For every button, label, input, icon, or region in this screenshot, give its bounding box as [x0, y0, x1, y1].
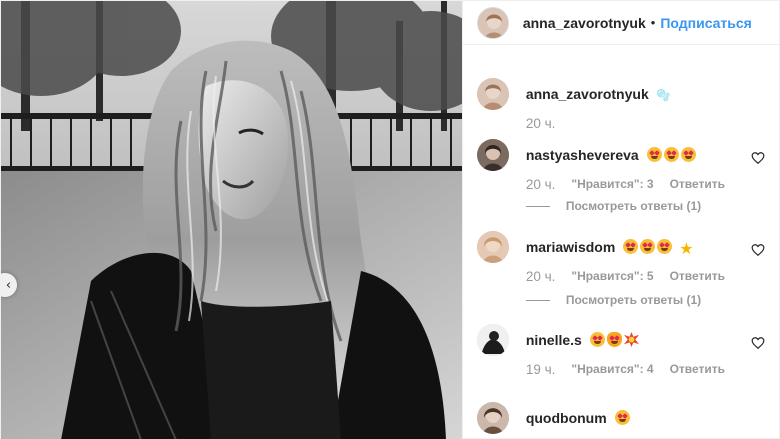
- comment-likes[interactable]: "Нравится": 5: [571, 269, 653, 284]
- comments-list[interactable]: anna_zavorotnyuk 🫧 20 ч. nastyashevereva: [463, 45, 779, 439]
- replies-divider: [525, 299, 550, 301]
- caption-text: 🫧: [656, 90, 671, 102]
- comment-likes[interactable]: "Нравится": 4: [571, 362, 653, 377]
- author-avatar[interactable]: [476, 6, 509, 39]
- post-photo[interactable]: ‹: [1, 1, 462, 439]
- view-replies-button[interactable]: Посмотреть ответы (1): [525, 199, 701, 213]
- commenter-avatar[interactable]: [476, 139, 509, 171]
- reply-button[interactable]: Ответить: [670, 177, 725, 192]
- comment-text: [589, 332, 641, 348]
- replies-divider: [525, 205, 550, 207]
- comment-body: mariawisdom ★: [526, 239, 739, 258]
- caption-body: anna_zavorotnyuk 🫧: [526, 86, 739, 102]
- comment-meta: 20 ч. "Нравится": 3 Ответить: [526, 177, 725, 192]
- heart-icon[interactable]: [751, 151, 765, 165]
- separator-dot: •: [650, 15, 656, 30]
- comment-time[interactable]: 19 ч.: [526, 362, 556, 377]
- comment-meta: 19 ч. "Нравится": 4 Ответить: [526, 362, 725, 377]
- caption-avatar[interactable]: [476, 78, 509, 110]
- reply-button[interactable]: Ответить: [670, 362, 725, 377]
- comment-username[interactable]: mariawisdom: [526, 239, 615, 255]
- caption-meta: 20 ч.: [526, 116, 556, 131]
- comment-time[interactable]: 20 ч.: [526, 269, 556, 284]
- view-replies-label[interactable]: Посмотреть ответы (1): [566, 293, 701, 307]
- heart-icon[interactable]: [751, 243, 765, 257]
- comment-body: quodbonum: [526, 410, 739, 426]
- follow-button[interactable]: Подписаться: [660, 15, 752, 31]
- post-panel: anna_zavorotnyuk • Подписаться anna_zavo…: [461, 1, 779, 439]
- author-username[interactable]: anna_zavorotnyuk: [523, 15, 646, 31]
- comment-body: ninelle.s: [526, 332, 739, 348]
- caption-time[interactable]: 20 ч.: [526, 116, 556, 131]
- collision-emoji: [623, 332, 639, 347]
- view-replies-button[interactable]: Посмотреть ответы (1): [525, 293, 701, 307]
- comment-username[interactable]: quodbonum: [526, 410, 607, 426]
- comment-time[interactable]: 20 ч.: [526, 177, 556, 192]
- comment-username[interactable]: nastyashevereva: [526, 147, 639, 163]
- photo-image: [1, 1, 462, 439]
- commenter-avatar[interactable]: [476, 324, 509, 356]
- comment-username[interactable]: ninelle.s: [526, 332, 582, 348]
- commenter-avatar[interactable]: [476, 231, 509, 263]
- instagram-post: ‹ anna_zavorotnyuk • Подписаться anna_za…: [0, 0, 780, 439]
- star-emoji: ★: [679, 239, 694, 258]
- post-header: anna_zavorotnyuk • Подписаться: [462, 1, 779, 45]
- chevron-left-icon: ‹: [5, 277, 12, 293]
- heart-icon[interactable]: [751, 336, 765, 350]
- comment-text: [646, 147, 698, 163]
- comment-likes[interactable]: "Нравится": 3: [571, 177, 653, 192]
- caption-username[interactable]: anna_zavorotnyuk: [526, 86, 649, 102]
- comment-body: nastyashevereva: [526, 147, 739, 163]
- comment-text: ★: [623, 239, 694, 258]
- comment-meta: 20 ч. "Нравится": 5 Ответить: [526, 269, 725, 284]
- comment-text: [614, 410, 632, 426]
- commenter-avatar[interactable]: [476, 402, 509, 434]
- reply-button[interactable]: Ответить: [670, 269, 725, 284]
- view-replies-label[interactable]: Посмотреть ответы (1): [566, 199, 701, 213]
